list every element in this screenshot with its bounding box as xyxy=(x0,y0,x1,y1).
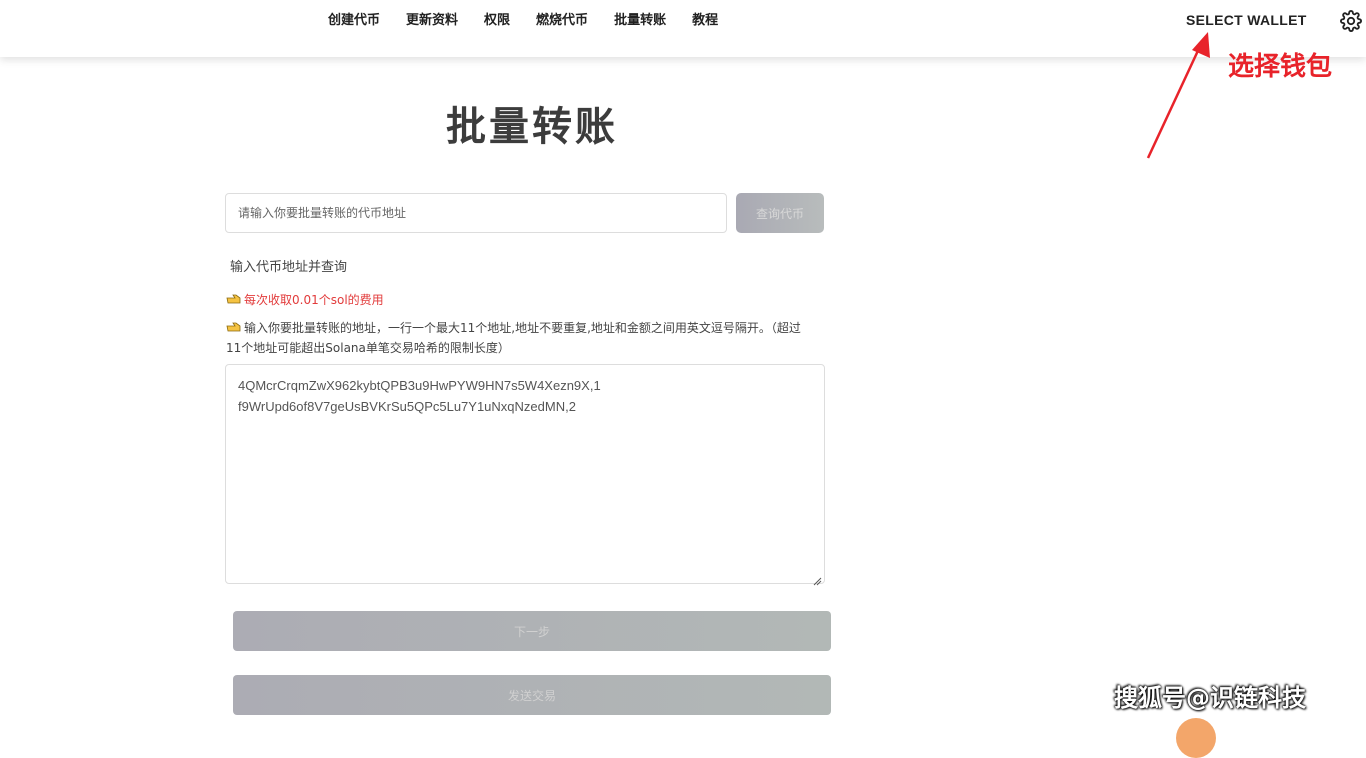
watermark: 搜狐号@识链科技 xyxy=(1114,684,1306,712)
select-wallet-annotation: 选择钱包 xyxy=(1228,52,1333,82)
send-transaction-button[interactable]: 发送交易 xyxy=(233,675,831,715)
query-token-button[interactable]: 查询代币 xyxy=(736,193,824,233)
token-address-input[interactable] xyxy=(225,193,727,233)
instructions-text: 输入你要批量转账的地址，一行一个最大11个地址,地址不要重复,地址和金额之间用英… xyxy=(226,321,801,355)
corner-badge xyxy=(1176,718,1216,758)
fee-note-text: 每次收取0.01个sol的费用 xyxy=(244,293,384,307)
annotation-arrow-icon xyxy=(1146,32,1210,159)
nav-item-permissions[interactable]: 权限 xyxy=(484,12,510,30)
nav-item-tutorial[interactable]: 教程 xyxy=(692,12,718,30)
next-step-button[interactable]: 下一步 xyxy=(233,611,831,651)
resize-handle-icon[interactable] xyxy=(812,576,822,586)
nav-item-create-token[interactable]: 创建代币 xyxy=(328,12,380,30)
fee-note: 每次收取0.01个sol的费用 xyxy=(226,291,384,308)
address-list-textarea[interactable] xyxy=(225,364,825,584)
pointing-hand-icon xyxy=(226,322,241,332)
pointing-hand-icon xyxy=(226,294,241,304)
nav-item-update-info[interactable]: 更新资料 xyxy=(406,12,458,30)
query-hint: 输入代币地址并查询 xyxy=(230,260,348,275)
gear-icon[interactable] xyxy=(1340,10,1362,32)
nav-item-burn-token[interactable]: 燃烧代币 xyxy=(536,12,588,30)
page-title: 批量转账 xyxy=(446,104,618,150)
instructions-note: 输入你要批量转账的地址，一行一个最大11个地址,地址不要重复,地址和金额之间用英… xyxy=(226,318,816,358)
main-nav: 创建代币 更新资料 权限 燃烧代币 批量转账 教程 xyxy=(328,12,718,30)
select-wallet-button[interactable]: SELECT WALLET xyxy=(1186,12,1307,28)
nav-item-batch-transfer[interactable]: 批量转账 xyxy=(614,12,666,30)
